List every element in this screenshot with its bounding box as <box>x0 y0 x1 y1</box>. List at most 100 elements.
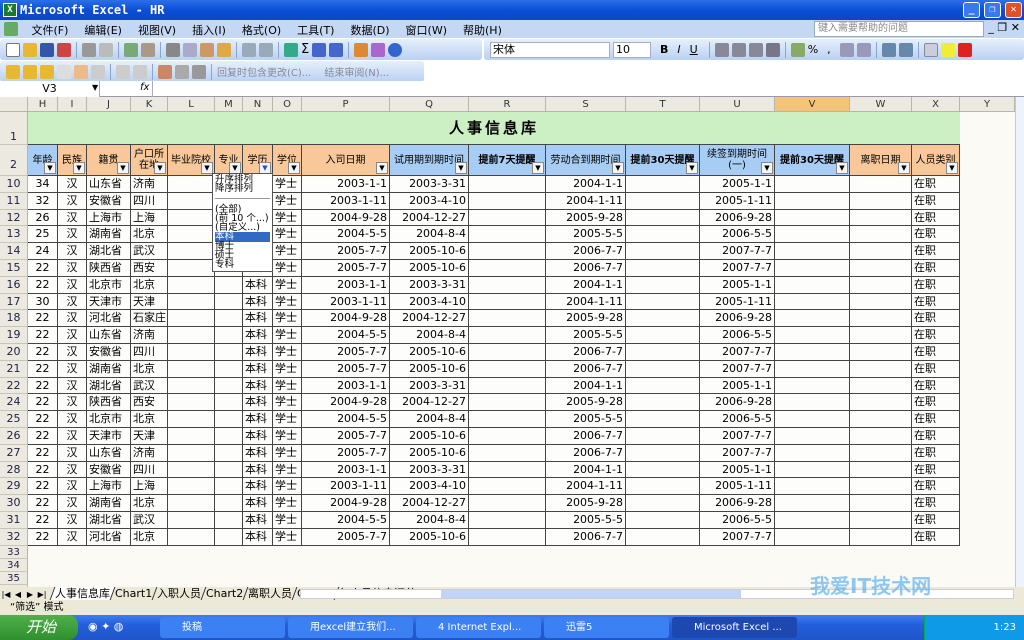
table-cell[interactable]: 22 <box>28 327 58 344</box>
table-cell[interactable] <box>850 260 912 277</box>
table-cell[interactable] <box>626 209 700 227</box>
table-cell[interactable]: 2005-1-1 <box>700 276 775 294</box>
comma-button[interactable]: , <box>827 43 831 56</box>
table-cell[interactable] <box>850 310 912 328</box>
table-cell[interactable]: 汉 <box>58 444 87 462</box>
table-cell[interactable]: 在职 <box>912 461 960 479</box>
table-cell[interactable]: 学士 <box>273 293 302 311</box>
table-cell[interactable]: 湖南省 <box>87 360 131 378</box>
table-cell[interactable]: 湖北省 <box>87 377 131 395</box>
fill-color-icon[interactable] <box>940 42 955 57</box>
table-cell[interactable]: 学士 <box>273 260 302 277</box>
table-cell[interactable]: 2006-5-5 <box>700 226 775 244</box>
table-cell[interactable] <box>215 444 243 462</box>
table-cell[interactable]: 陕西省 <box>87 260 131 277</box>
table-cell[interactable]: 2006-7-7 <box>546 360 626 378</box>
italic-button[interactable]: I <box>677 43 680 56</box>
table-cell[interactable] <box>626 226 700 244</box>
table-cell[interactable]: 武汉 <box>131 512 168 529</box>
table-cell[interactable]: 在职 <box>912 428 960 445</box>
table-cell[interactable]: 2003-1-1 <box>302 276 390 294</box>
table-cell[interactable] <box>626 444 700 462</box>
table-cell[interactable] <box>469 461 546 479</box>
table-cell[interactable] <box>168 243 215 260</box>
currency-icon[interactable] <box>790 42 805 57</box>
table-cell[interactable] <box>215 276 243 294</box>
table-cell[interactable]: 2005-7-7 <box>302 444 390 462</box>
table-cell[interactable]: 安徽省 <box>87 192 131 210</box>
task-word-doc[interactable]: 用excel建立我们... <box>288 617 413 638</box>
row-header[interactable]: 1 <box>0 112 28 145</box>
column-header[interactable]: X <box>912 97 960 112</box>
table-cell[interactable] <box>775 276 850 294</box>
new-comment-icon[interactable] <box>6 64 20 79</box>
table-cell[interactable]: 2006-7-7 <box>546 260 626 277</box>
table-cell[interactable]: 2003-3-31 <box>390 377 469 395</box>
table-cell[interactable]: 西安 <box>131 260 168 277</box>
table-cell[interactable] <box>626 260 700 277</box>
table-cell[interactable]: 在职 <box>912 512 960 529</box>
table-cell[interactable]: 2006-9-28 <box>700 394 775 412</box>
table-cell[interactable] <box>775 293 850 311</box>
table-cell[interactable]: 22 <box>28 478 58 496</box>
table-cell[interactable] <box>775 478 850 496</box>
align-left-icon[interactable] <box>714 42 729 57</box>
table-cell[interactable]: 2004-9-28 <box>302 495 390 512</box>
table-cell[interactable] <box>469 276 546 294</box>
table-cell[interactable]: 济南 <box>131 176 168 193</box>
table-cell[interactable]: 学士 <box>273 444 302 462</box>
table-cell[interactable]: 汉 <box>58 428 87 445</box>
table-cell[interactable]: 汉 <box>58 360 87 378</box>
table-cell[interactable]: 2007-7-7 <box>700 344 775 361</box>
table-cell[interactable]: 2007-7-7 <box>700 528 775 546</box>
table-cell[interactable] <box>168 428 215 445</box>
menu-item[interactable]: 窗口(W) <box>406 24 447 37</box>
table-cell[interactable] <box>469 176 546 193</box>
table-cell[interactable]: 在职 <box>912 411 960 428</box>
table-cell[interactable]: 2005-10-6 <box>390 260 469 277</box>
task-folder[interactable]: 投稿 <box>160 617 285 638</box>
table-cell[interactable]: 汉 <box>58 226 87 244</box>
table-cell[interactable] <box>469 226 546 244</box>
table-cell[interactable]: 本科 <box>243 495 273 512</box>
table-cell[interactable]: 本科 <box>243 293 273 311</box>
name-box[interactable]: V3 <box>0 81 100 97</box>
table-cell[interactable] <box>775 243 850 260</box>
table-cell[interactable]: 汉 <box>58 192 87 210</box>
start-button[interactable]: 开始 <box>0 615 78 640</box>
table-cell[interactable] <box>168 344 215 361</box>
table-cell[interactable] <box>168 495 215 512</box>
table-cell[interactable] <box>850 209 912 227</box>
table-cell[interactable]: 2004-1-11 <box>546 478 626 496</box>
table-cell[interactable] <box>168 394 215 412</box>
sheet-tab[interactable]: Chart2 <box>200 587 248 600</box>
table-cell[interactable] <box>775 461 850 479</box>
row-header[interactable]: 20 <box>0 344 28 361</box>
restore-button[interactable]: ❐ <box>984 2 1001 18</box>
table-cell[interactable]: 在职 <box>912 276 960 294</box>
spreadsheet-grid[interactable]: 1 人事信息库 2 年龄 ▼ 民族 ▼ 籍贯 ▼ 户口所在地 ▼ 毕业院校 ▼ 专业 ▼ 学历 ▼ 学位 ▼ 入司日期… <box>0 112 1015 587</box>
horizontal-scroll-thumb[interactable] <box>441 590 741 598</box>
table-cell[interactable]: 2004-5-5 <box>302 512 390 529</box>
update-file-icon[interactable] <box>158 64 172 79</box>
table-cell[interactable]: 北京市 <box>87 276 131 294</box>
menu-item[interactable]: 数据(D) <box>350 24 389 37</box>
table-cell[interactable]: 在职 <box>912 360 960 378</box>
table-cell[interactable]: 汉 <box>58 461 87 479</box>
table-cell[interactable] <box>775 411 850 428</box>
table-cell[interactable] <box>850 512 912 529</box>
row-header[interactable]: 33 <box>0 545 28 559</box>
table-cell[interactable]: 四川 <box>131 461 168 479</box>
table-cell[interactable] <box>168 209 215 227</box>
sort-ascending-icon[interactable] <box>312 42 327 57</box>
table-cell[interactable]: 2005-5-5 <box>546 512 626 529</box>
autosum-icon[interactable]: Σ <box>301 42 309 57</box>
redo-icon[interactable] <box>259 42 273 57</box>
table-cell[interactable] <box>626 293 700 311</box>
filter-dropdown-arrow[interactable]: ▼ <box>532 162 544 174</box>
table-cell[interactable]: 25 <box>28 226 58 244</box>
table-cell[interactable]: 在职 <box>912 176 960 193</box>
table-cell[interactable] <box>850 461 912 479</box>
table-cell[interactable]: 2007-7-7 <box>700 260 775 277</box>
table-cell[interactable]: 学士 <box>273 394 302 412</box>
